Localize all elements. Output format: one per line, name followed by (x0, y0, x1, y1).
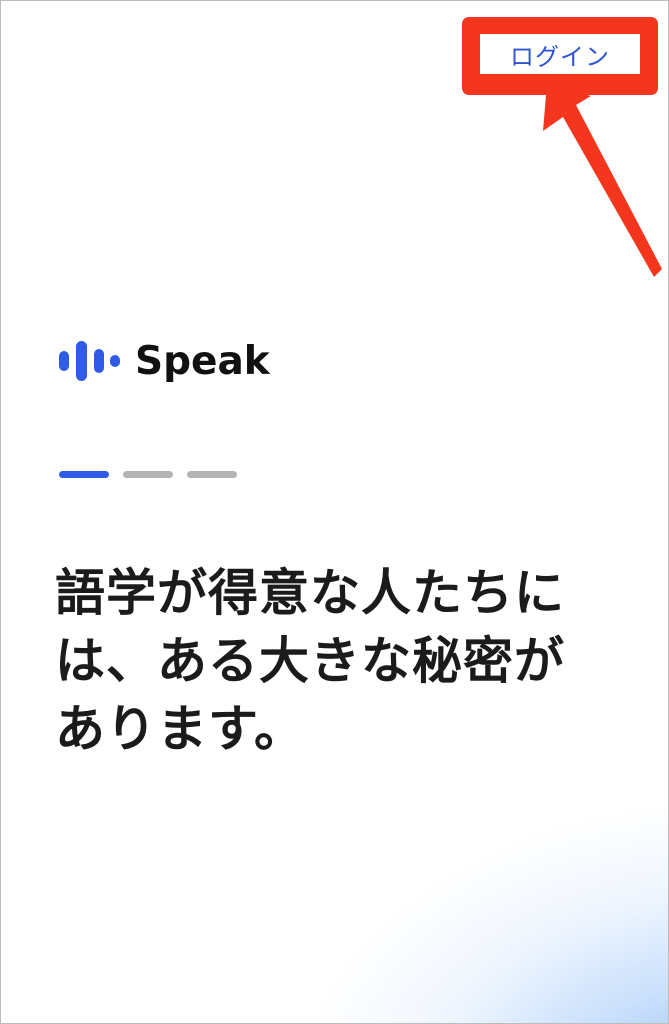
speak-logo: Speak (57, 337, 270, 385)
onboarding-screen: ログイン Speak 語学が得意な人たちには、ある大きな秘密があります。 (0, 0, 669, 1024)
login-button[interactable]: ログイン (480, 34, 640, 74)
page-dot-1[interactable] (59, 471, 109, 478)
onboarding-headline: 語学が得意な人たちには、ある大きな秘密があります。 (55, 564, 565, 758)
sound-wave-icon (59, 341, 120, 381)
page-dot-2[interactable] (123, 471, 173, 478)
brand-name: Speak (135, 338, 270, 384)
page-dot-3[interactable] (187, 471, 237, 478)
page-indicator (59, 471, 237, 478)
background-gradient (1, 1, 668, 1023)
